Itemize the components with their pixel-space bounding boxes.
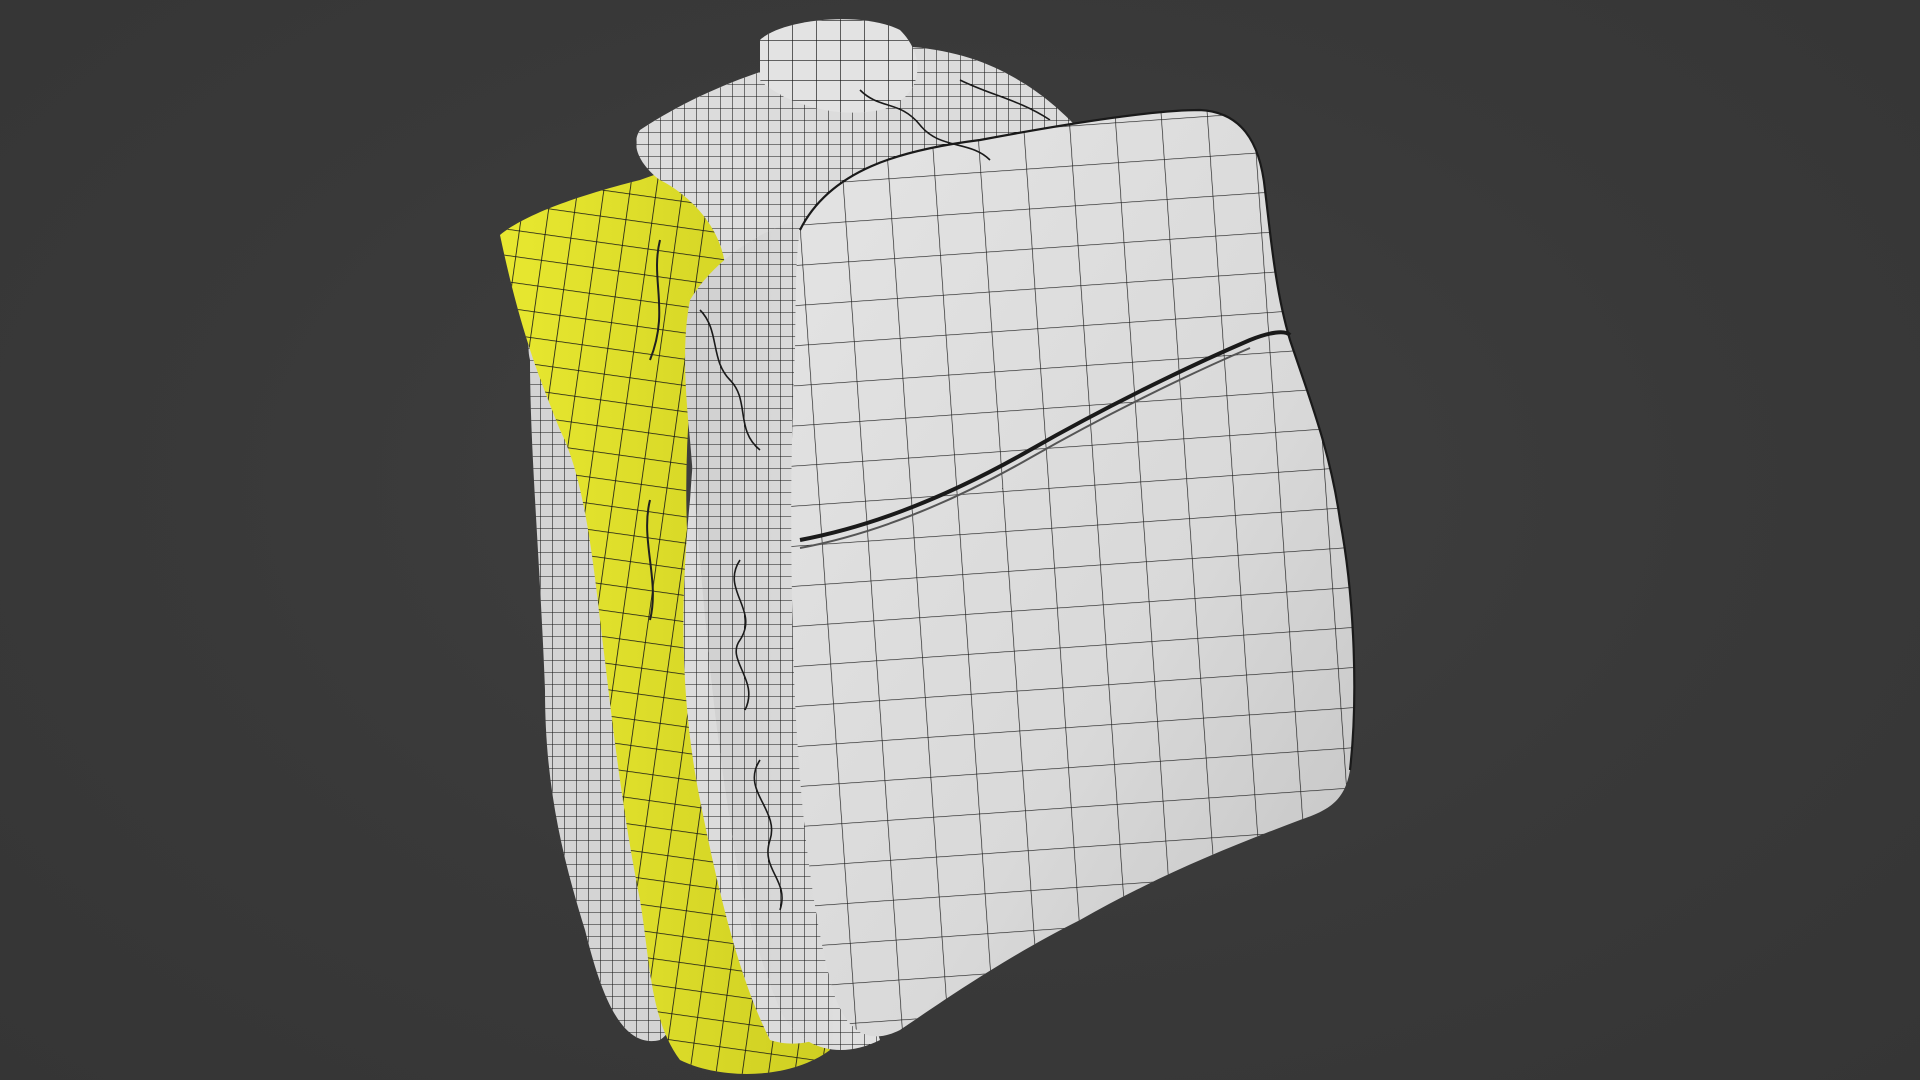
3d-viewport[interactable] (0, 0, 1920, 1080)
front-body-mesh (791, 108, 1356, 1037)
backpack-wireframe-model[interactable] (0, 0, 1920, 1080)
